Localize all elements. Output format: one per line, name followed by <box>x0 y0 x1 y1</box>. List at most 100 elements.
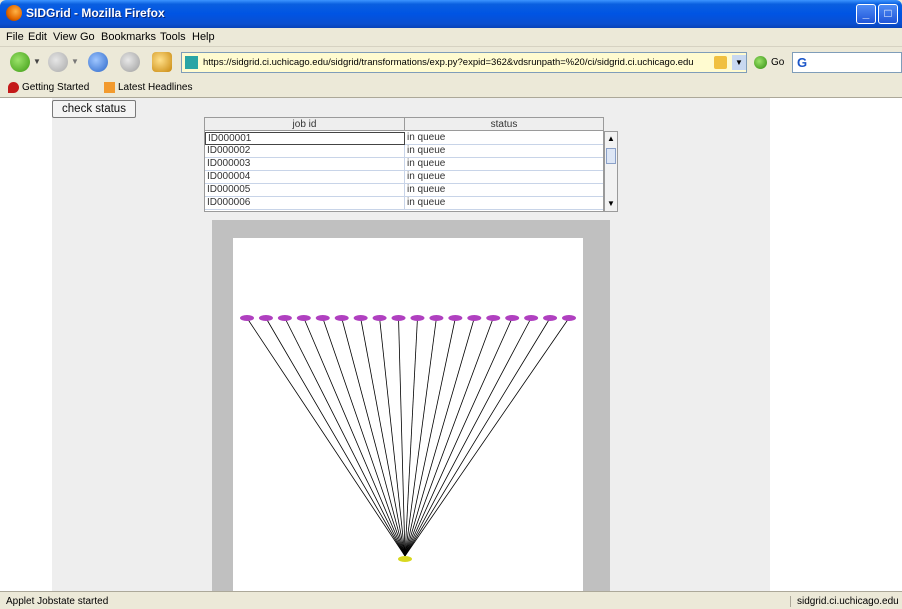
graph-job-node[interactable] <box>372 315 387 321</box>
page-content: check status job id status ID000001 in q… <box>0 98 902 591</box>
go-icon[interactable] <box>754 56 767 69</box>
site-favicon-icon <box>185 56 198 69</box>
workflow-graph-canvas <box>233 238 583 591</box>
search-input[interactable]: G <box>792 52 902 73</box>
job-status-cell: in queue <box>405 145 603 158</box>
column-header-job-id[interactable]: job id <box>205 118 405 131</box>
status-bar: Applet Jobstate started sidgrid.ci.uchic… <box>0 591 902 609</box>
graph-edge <box>303 317 406 557</box>
getting-started-icon <box>8 82 19 93</box>
menu-bar: File Edit View Go Bookmarks Tools Help <box>0 28 902 46</box>
graph-edge <box>404 317 551 557</box>
go-button[interactable]: Go <box>771 57 784 68</box>
graph-edge <box>404 317 494 557</box>
lock-icon[interactable] <box>714 56 727 69</box>
scroll-up-icon[interactable]: ▲ <box>605 132 617 146</box>
table-row[interactable]: ID000002 in queue <box>205 145 603 158</box>
job-id-cell: ID000005 <box>205 184 405 197</box>
reload-icon[interactable] <box>88 52 108 72</box>
graph-job-node[interactable] <box>467 315 482 321</box>
job-id-cell: ID000001 <box>205 132 405 145</box>
stop-icon[interactable] <box>120 52 140 72</box>
page-margin-right <box>770 98 902 591</box>
graph-sink-node[interactable] <box>398 556 412 562</box>
menu-file[interactable]: File <box>6 31 24 43</box>
forward-dropdown-icon[interactable]: ▼ <box>71 57 79 66</box>
home-icon[interactable] <box>152 52 172 72</box>
table-row[interactable]: ID000006 in queue <box>205 197 603 210</box>
minimize-button[interactable]: _ <box>856 4 876 24</box>
graph-job-node[interactable] <box>448 315 463 321</box>
graph-edge <box>404 317 532 557</box>
graph-job-node[interactable] <box>562 315 576 321</box>
graph-edge <box>284 317 406 557</box>
forward-arrow-icon[interactable] <box>48 52 68 72</box>
workflow-graph <box>240 315 576 562</box>
table-row[interactable]: ID000003 in queue <box>205 158 603 171</box>
job-id-cell: ID000002 <box>205 145 405 158</box>
column-header-status[interactable]: status <box>405 118 603 131</box>
graph-job-node[interactable] <box>277 315 292 321</box>
google-search-icon: G <box>797 55 808 70</box>
graph-edge <box>398 317 406 557</box>
maximize-button[interactable]: □ <box>878 4 898 24</box>
job-id-cell: ID000004 <box>205 171 405 184</box>
graph-job-node[interactable] <box>524 315 539 321</box>
back-arrow-icon[interactable] <box>10 52 30 72</box>
back-dropdown-icon[interactable]: ▼ <box>33 57 41 66</box>
graph-job-node[interactable] <box>429 315 444 321</box>
job-id-cell: ID000006 <box>205 197 405 210</box>
jobstate-applet: check status job id status ID000001 in q… <box>52 98 770 591</box>
status-host: sidgrid.ci.uchicago.edu <box>790 596 899 607</box>
graph-job-node[interactable] <box>410 315 425 321</box>
table-row[interactable]: ID000005 in queue <box>205 184 603 197</box>
bookmark-getting-started[interactable]: Getting Started <box>22 82 89 93</box>
graph-job-node[interactable] <box>505 315 520 321</box>
window-title: SIDGrid - Mozilla Firefox <box>26 6 165 20</box>
graph-edge <box>246 317 406 557</box>
graph-edge <box>360 317 406 557</box>
job-status-cell: in queue <box>405 197 603 210</box>
graph-job-node[interactable] <box>543 315 558 321</box>
graph-job-node[interactable] <box>315 315 330 321</box>
graph-edge <box>404 317 570 557</box>
job-status-cell: in queue <box>405 171 603 184</box>
bookmark-latest-headlines[interactable]: Latest Headlines <box>118 82 193 93</box>
menu-go[interactable]: Go <box>80 31 95 43</box>
graph-job-node[interactable] <box>296 315 311 321</box>
workflow-graph-panel <box>212 220 610 591</box>
url-bar[interactable]: https://sidgrid.ci.uchicago.edu/sidgrid/… <box>181 52 747 73</box>
rss-feed-icon <box>104 82 115 93</box>
navigation-toolbar: ▼ ▼ https://sidgrid.ci.uchicago.edu/sidg… <box>0 46 902 76</box>
window-titlebar: SIDGrid - Mozilla Firefox _ □ <box>0 0 902 28</box>
menu-help[interactable]: Help <box>192 31 215 43</box>
scroll-thumb[interactable] <box>606 148 616 164</box>
job-status-cell: in queue <box>405 158 603 171</box>
url-dropdown-icon[interactable]: ▼ <box>732 55 746 70</box>
menu-tools[interactable]: Tools <box>160 31 186 43</box>
job-id-cell: ID000003 <box>205 158 405 171</box>
job-status-cell: in queue <box>405 132 603 145</box>
graph-job-node[interactable] <box>334 315 349 321</box>
bookmarks-toolbar: Getting Started Latest Headlines <box>0 76 902 98</box>
graph-job-node[interactable] <box>240 315 254 321</box>
graph-edge <box>404 317 456 557</box>
scroll-down-icon[interactable]: ▼ <box>605 197 617 211</box>
table-row[interactable]: ID000001 in queue <box>205 132 603 145</box>
job-table: job id status ID000001 in queue ID000002… <box>204 117 604 212</box>
graph-edge <box>341 317 406 557</box>
status-text: Applet Jobstate started <box>6 596 109 607</box>
graph-job-node[interactable] <box>258 315 273 321</box>
menu-view[interactable]: View <box>53 31 77 43</box>
menu-bookmarks[interactable]: Bookmarks <box>101 31 156 43</box>
job-status-cell: in queue <box>405 184 603 197</box>
table-scrollbar[interactable]: ▲ ▼ <box>604 131 618 212</box>
graph-job-node[interactable] <box>391 315 406 321</box>
firefox-icon <box>6 5 22 21</box>
table-row[interactable]: ID000004 in queue <box>205 171 603 184</box>
url-text[interactable]: https://sidgrid.ci.uchicago.edu/sidgrid/… <box>203 57 715 68</box>
menu-edit[interactable]: Edit <box>28 31 47 43</box>
graph-job-node[interactable] <box>353 315 368 321</box>
graph-job-node[interactable] <box>486 315 501 321</box>
check-status-button[interactable]: check status <box>52 100 136 118</box>
